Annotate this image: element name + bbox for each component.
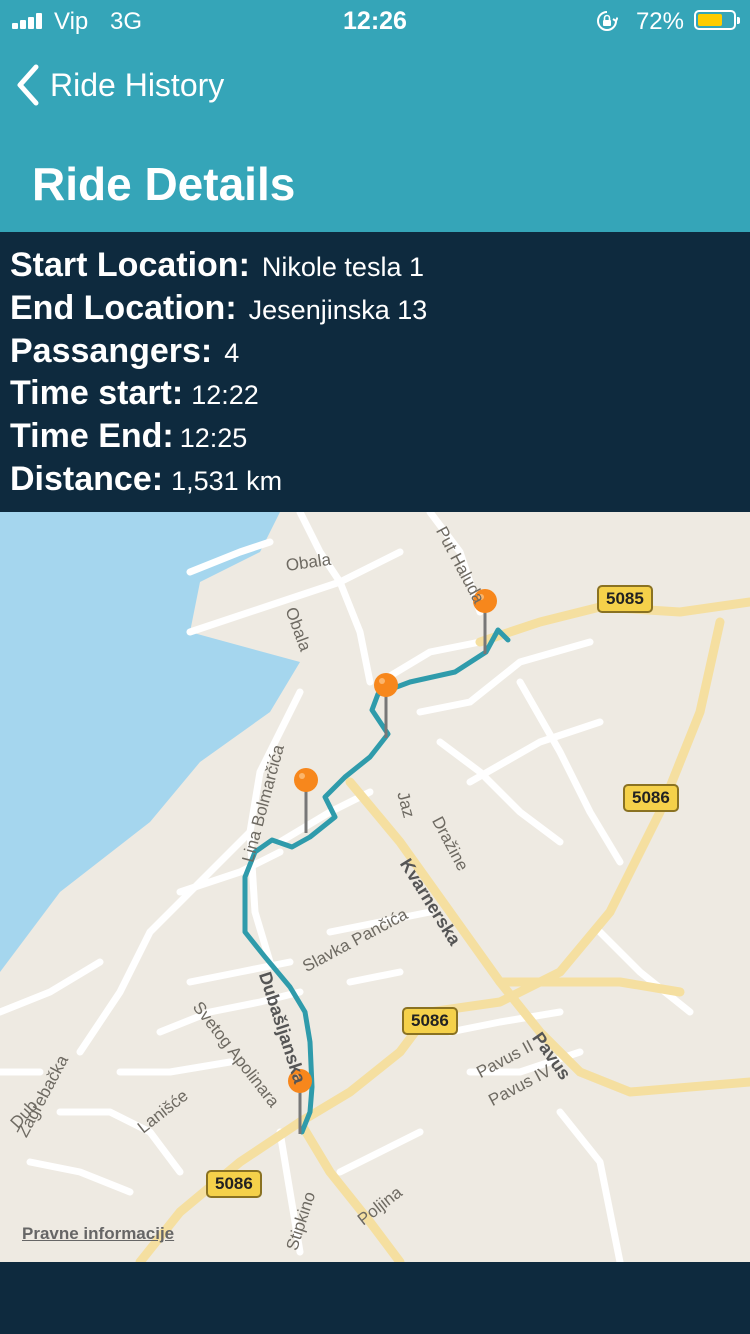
- time-start-value: 12:22: [191, 380, 259, 410]
- map-pin-icon[interactable]: [371, 672, 401, 738]
- battery-icon: [694, 10, 740, 30]
- passengers-row: Passangers: 4: [10, 332, 239, 371]
- end-location-label: End Location:: [10, 289, 237, 327]
- time-start-label: Time start:: [10, 374, 184, 412]
- road-shield-5085: 5085: [597, 585, 653, 613]
- passengers-label: Passangers:: [10, 332, 213, 370]
- route-map[interactable]: 5085 5086 5086 5086 Obala Obala Put Halu…: [0, 512, 750, 1262]
- back-button[interactable]: Ride History: [14, 60, 224, 110]
- distance-row: Distance: 1,531 km: [10, 460, 282, 499]
- map-canvas[interactable]: [0, 512, 750, 1262]
- road-shield-5086: 5086: [206, 1170, 262, 1198]
- navigation-header: Ride History Ride Details: [0, 42, 750, 232]
- passengers-value: 4: [224, 338, 240, 368]
- end-location-value: Jesenjinska 13: [248, 295, 428, 325]
- page-title: Ride Details: [32, 158, 296, 210]
- road-shield-5086: 5086: [623, 784, 679, 812]
- road-shield-5086: 5086: [402, 1007, 458, 1035]
- start-location-label: Start Location:: [10, 246, 250, 284]
- distance-value: 1,531 km: [171, 466, 283, 496]
- back-button-label: Ride History: [50, 66, 225, 103]
- end-location-row: End Location: Jesenjinska 13: [10, 289, 427, 328]
- battery-percent: 72%: [635, 8, 684, 35]
- chevron-left-icon: [17, 64, 39, 106]
- distance-label: Distance:: [10, 460, 164, 498]
- time-end-value: 12:25: [179, 423, 248, 453]
- legal-info-link[interactable]: Pravne informacije: [22, 1224, 174, 1244]
- start-location-value: Nikole tesla 1: [261, 252, 424, 282]
- time-end-label: Time End:: [10, 417, 174, 455]
- rotation-lock-icon: [597, 11, 618, 31]
- time-end-row: Time End: 12:25: [10, 417, 247, 456]
- start-location-row: Start Location: Nikole tesla 1: [10, 246, 424, 285]
- time-start-row: Time start: 12:22: [10, 374, 259, 413]
- status-bar: Vip 3G 12:26 72%: [0, 0, 750, 42]
- ride-details-panel: Start Location: Nikole tesla 1 End Locat…: [0, 232, 750, 512]
- bottom-bar: [0, 1262, 750, 1334]
- map-pin-icon[interactable]: [291, 767, 321, 833]
